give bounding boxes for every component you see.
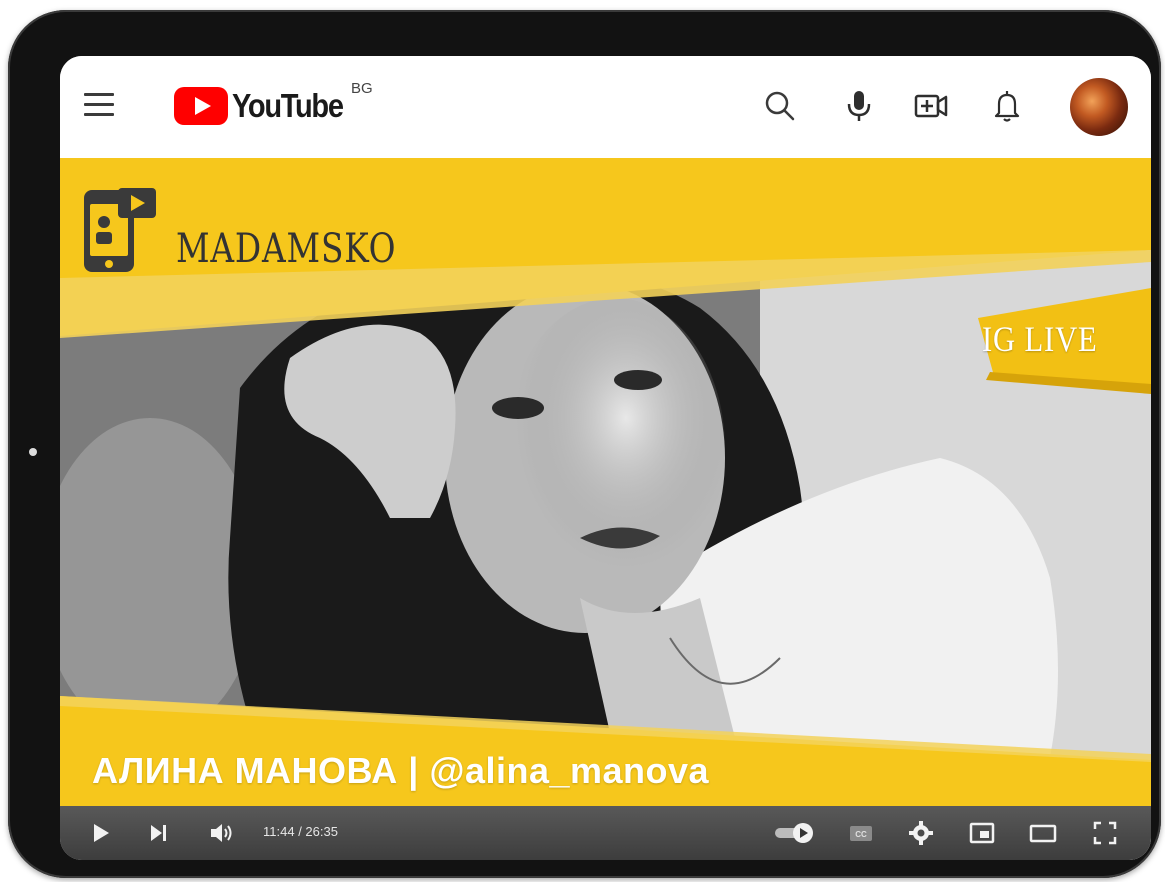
autoplay-toggle[interactable] (772, 820, 818, 846)
ig-live-badge: IG LIVE (982, 319, 1098, 359)
screen: YouTube BG MADAMSKO IG LIVE АЛИНА МАНОВА… (60, 56, 1151, 860)
video-player[interactable]: MADAMSKO IG LIVE АЛИНА МАНОВА | @alina_m… (60, 158, 1151, 860)
youtube-header: YouTube BG (60, 56, 1151, 158)
time-separator: / (294, 824, 306, 839)
miniplayer-icon[interactable] (967, 818, 997, 848)
duration: 26:35 (305, 824, 338, 839)
channel-brand: MADAMSKO (80, 184, 445, 276)
notifications-bell-icon[interactable] (987, 86, 1027, 126)
player-controls: 11:44 / 26:35 CC (60, 806, 1151, 860)
guest-caption: АЛИНА МАНОВА | @alina_manova (92, 750, 710, 791)
time-display: 11:44 / 26:35 (263, 824, 338, 839)
settings-icon[interactable] (906, 818, 936, 848)
subtitles-icon[interactable]: CC (846, 818, 876, 848)
logo-text: YouTube (232, 87, 344, 124)
country-code: BG (351, 80, 373, 97)
youtube-play-logo-icon (174, 87, 228, 125)
avatar[interactable] (1070, 78, 1128, 136)
current-time: 11:44 (263, 824, 295, 839)
fullscreen-icon[interactable] (1090, 818, 1120, 848)
camera-dot (29, 448, 37, 456)
svg-text:CC: CC (855, 830, 867, 839)
create-video-icon[interactable] (911, 86, 951, 126)
search-icon[interactable] (760, 86, 800, 126)
theater-mode-icon[interactable] (1028, 818, 1058, 848)
next-icon[interactable] (144, 818, 174, 848)
volume-icon[interactable] (206, 818, 236, 848)
youtube-logo[interactable]: YouTube (174, 86, 358, 126)
play-icon[interactable] (86, 818, 116, 848)
phone-video-logo-icon (84, 188, 156, 272)
menu-icon[interactable] (84, 90, 116, 120)
channel-name: MADAMSKO (176, 226, 397, 272)
tablet-frame: YouTube BG MADAMSKO IG LIVE АЛИНА МАНОВА… (8, 10, 1161, 878)
microphone-icon[interactable] (839, 86, 879, 126)
